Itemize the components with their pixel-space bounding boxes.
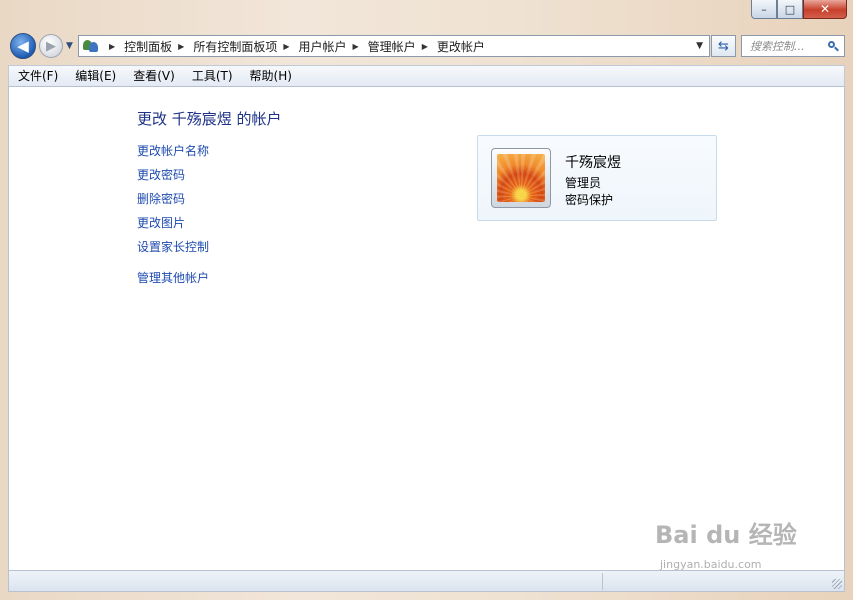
- watermark-url: jingyan.baidu.com: [660, 558, 762, 571]
- menu-edit[interactable]: 编辑(E): [66, 66, 124, 86]
- resize-grip-icon[interactable]: [832, 579, 842, 589]
- address-bar[interactable]: ▶ 控制面板 ▶ 所有控制面板项 ▶ 用户帐户 ▶ 管理帐户 ▶ 更改帐户 ▼: [78, 35, 710, 57]
- status-bar: [8, 570, 845, 592]
- breadcrumb-arrow-icon[interactable]: ▶: [422, 42, 428, 51]
- change-picture-link[interactable]: 更改图片: [137, 214, 185, 231]
- navigation-bar: ◀ ▶ ▼ ▶ 控制面板 ▶ 所有控制面板项 ▶ 用户帐户 ▶ 管理帐户 ▶ 更…: [0, 28, 853, 64]
- back-arrow-icon: ◀: [17, 37, 29, 55]
- back-button[interactable]: ◀: [10, 33, 36, 59]
- status-divider: [602, 573, 603, 590]
- watermark-logo: Bai du 经验: [655, 521, 797, 549]
- parental-controls-link[interactable]: 设置家长控制: [137, 238, 209, 255]
- change-account-name-link[interactable]: 更改帐户名称: [137, 142, 209, 159]
- minimize-icon: –: [761, 2, 767, 16]
- remove-password-link[interactable]: 删除密码: [137, 190, 185, 207]
- search-icon[interactable]: [828, 40, 839, 52]
- breadcrumb-arrow-icon[interactable]: ▶: [283, 42, 289, 51]
- user-accounts-icon: [83, 39, 99, 53]
- main-content: 更改 千殇宸煜 的帐户 更改帐户名称 更改密码 删除密码 更改图片 设置家长控制…: [8, 87, 845, 570]
- minimize-button[interactable]: –: [751, 0, 777, 19]
- refresh-button[interactable]: ⇆: [711, 35, 736, 57]
- breadcrumb-control-panel[interactable]: 控制面板: [124, 38, 172, 55]
- close-button[interactable]: ✕: [803, 0, 847, 19]
- account-password-status: 密码保护: [565, 193, 614, 207]
- breadcrumb-change-account[interactable]: 更改帐户: [437, 38, 485, 55]
- avatar-frame: [491, 148, 551, 208]
- menu-tools[interactable]: 工具(T): [183, 66, 241, 86]
- menu-file[interactable]: 文件(F): [9, 66, 66, 86]
- menu-bar: 文件(F) 编辑(E) 查看(V) 工具(T) 帮助(H): [8, 65, 845, 87]
- avatar: [497, 154, 545, 202]
- forward-arrow-icon: ▶: [46, 38, 56, 54]
- refresh-icon: ⇆: [718, 38, 729, 54]
- account-name: 千殇宸煜: [565, 155, 621, 171]
- account-role: 管理员: [565, 176, 602, 190]
- chevron-down-icon: ▼: [66, 41, 73, 51]
- breadcrumb-arrow-icon[interactable]: ▶: [109, 42, 115, 51]
- address-dropdown-icon[interactable]: ▼: [696, 41, 703, 51]
- manage-other-accounts-link[interactable]: 管理其他帐户: [137, 269, 209, 286]
- breadcrumb-manage-accounts[interactable]: 管理帐户: [368, 38, 416, 55]
- caption-buttons: – □ ✕: [751, 0, 847, 20]
- change-password-link[interactable]: 更改密码: [137, 166, 185, 183]
- forward-button[interactable]: ▶: [39, 34, 63, 58]
- menu-help[interactable]: 帮助(H): [241, 66, 300, 86]
- close-icon: ✕: [819, 2, 831, 16]
- maximize-button[interactable]: □: [777, 0, 803, 19]
- recent-pages-dropdown[interactable]: ▼: [66, 41, 73, 51]
- maximize-icon: □: [784, 2, 796, 16]
- window: – □ ✕ ◀ ▶ ▼ ▶ 控制面板 ▶ 所有控制面板项 ▶ 用户帐户 ▶ 管理…: [0, 0, 853, 600]
- account-card: 千殇宸煜 管理员 密码保护: [477, 135, 717, 221]
- search-input[interactable]: [750, 39, 822, 53]
- breadcrumb-all-items[interactable]: 所有控制面板项: [193, 38, 277, 55]
- breadcrumb-arrow-icon[interactable]: ▶: [178, 42, 184, 51]
- page-title: 更改 千殇宸煜 的帐户: [137, 110, 282, 128]
- breadcrumb-user-accounts[interactable]: 用户帐户: [299, 38, 347, 55]
- breadcrumb-arrow-icon[interactable]: ▶: [353, 42, 359, 51]
- search-box[interactable]: [741, 35, 845, 57]
- menu-view[interactable]: 查看(V): [124, 66, 183, 86]
